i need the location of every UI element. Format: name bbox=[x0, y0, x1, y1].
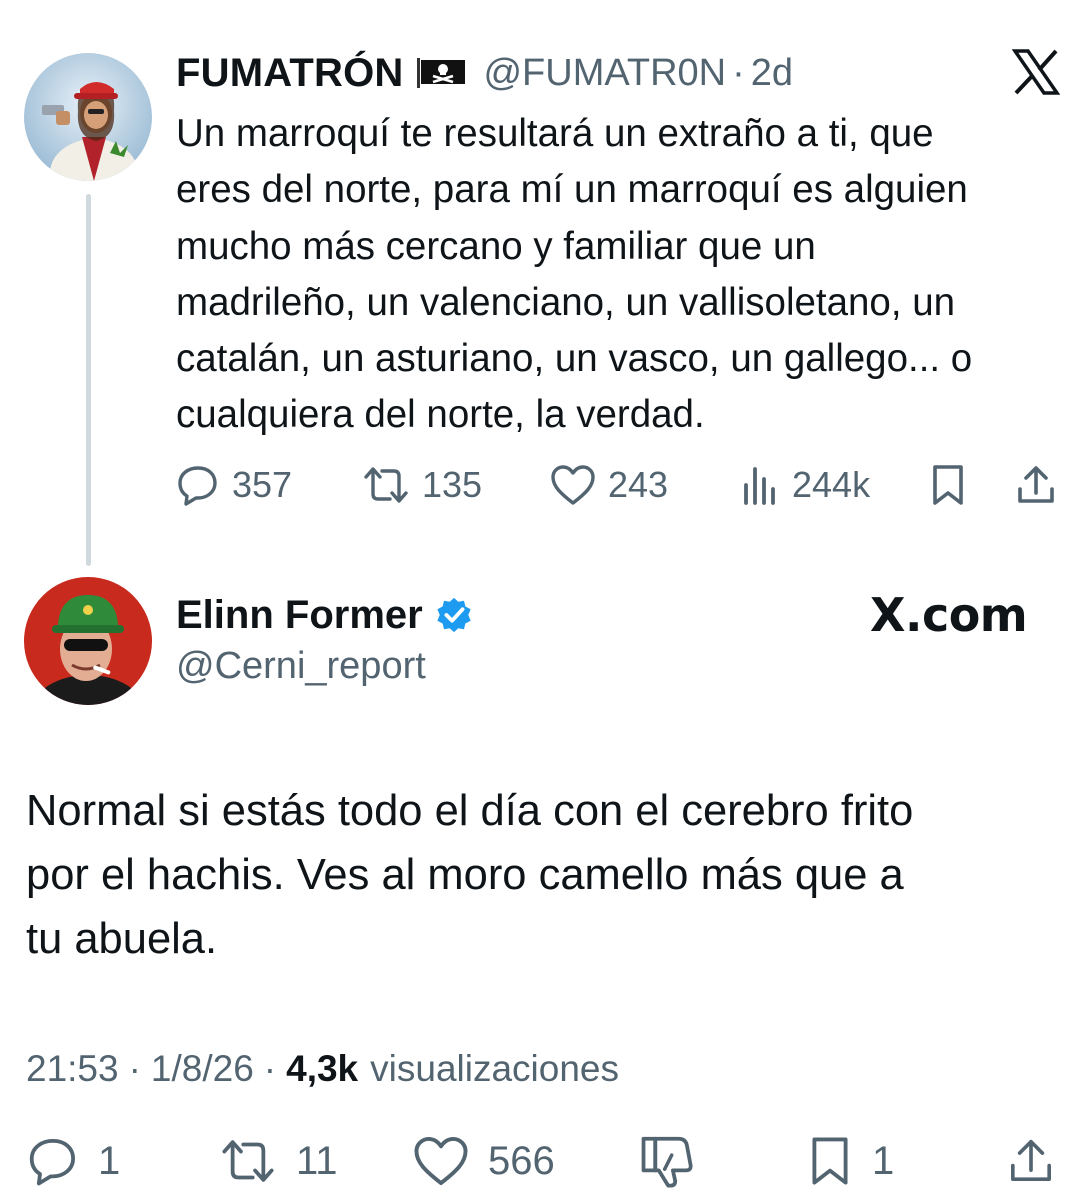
reply-views-label: visualizaciones bbox=[370, 1048, 619, 1089]
parent-view-count: 244k bbox=[792, 464, 871, 505]
reply-name-row: Elinn Former bbox=[176, 590, 473, 640]
repost-icon bbox=[364, 467, 408, 503]
parent-author-handle[interactable]: @FUMATR0N bbox=[483, 52, 726, 95]
repost-icon bbox=[222, 1140, 274, 1182]
pirate-flag-icon bbox=[417, 58, 466, 88]
reply-tweet-text: Normal si estás todo el día con el cereb… bbox=[26, 787, 914, 963]
reply-time[interactable]: 21:53 bbox=[26, 1048, 119, 1090]
share-icon bbox=[1018, 466, 1054, 503]
header-separator: · bbox=[732, 51, 745, 94]
verified-badge-icon bbox=[437, 597, 471, 633]
reply-share-button[interactable] bbox=[1006, 1133, 1056, 1189]
parent-tweet-header: FUMATRÓN @FUMATR0N · 2d bbox=[176, 50, 793, 96]
reply-repost-count: 11 bbox=[296, 1138, 338, 1183]
meta-separator-2: · bbox=[263, 1048, 277, 1089]
parent-tweet-text: Un marroquí te resultará un extraño a ti… bbox=[176, 112, 973, 437]
parent-bookmark-button[interactable] bbox=[928, 460, 968, 510]
reply-repost-button[interactable]: 11 bbox=[218, 1133, 338, 1189]
parent-author-avatar[interactable] bbox=[24, 53, 152, 181]
reply-date[interactable]: 1/8/26 bbox=[151, 1048, 254, 1090]
parent-author-name[interactable]: FUMATRÓN bbox=[176, 51, 403, 96]
parent-views-button[interactable]: 244k bbox=[740, 460, 870, 510]
reply-views-count: 4,3k bbox=[286, 1048, 359, 1089]
parent-timestamp[interactable]: 2d bbox=[751, 52, 793, 95]
reply-bookmark-button[interactable]: 1 bbox=[806, 1133, 894, 1189]
reply-icon bbox=[29, 1139, 75, 1186]
reply-like-button[interactable]: 566 bbox=[412, 1133, 555, 1189]
parent-like-count: 243 bbox=[608, 464, 669, 505]
parent-repost-button[interactable]: 135 bbox=[362, 460, 482, 510]
reply-action-bar: 1 11 566 1 bbox=[26, 1133, 1066, 1189]
share-icon bbox=[1011, 1139, 1051, 1181]
parent-repost-count: 135 bbox=[422, 464, 483, 505]
parent-share-button[interactable] bbox=[1014, 460, 1058, 510]
heart-icon bbox=[551, 465, 595, 505]
parent-action-bar: 357 135 243 244k bbox=[176, 460, 1066, 510]
xcom-watermark: X.com bbox=[870, 588, 1028, 642]
reply-reply-button[interactable]: 1 bbox=[26, 1133, 120, 1189]
bookmark-icon bbox=[933, 465, 963, 505]
parent-like-button[interactable]: 243 bbox=[550, 460, 668, 510]
bookmark-icon bbox=[812, 1137, 848, 1185]
reply-reply-count: 1 bbox=[98, 1138, 121, 1183]
views-chart-icon bbox=[744, 467, 775, 505]
reply-like-count: 566 bbox=[488, 1138, 555, 1183]
xcom-watermark-text: X.com bbox=[870, 588, 1028, 642]
reply-dislike-button[interactable] bbox=[638, 1133, 696, 1189]
meta-separator: · bbox=[128, 1048, 141, 1089]
reply-bookmark-count: 1 bbox=[872, 1138, 895, 1183]
thread-connector-line bbox=[86, 194, 91, 566]
dislike-icon bbox=[641, 1136, 693, 1188]
reply-author-handle[interactable]: @Cerni_report bbox=[176, 645, 426, 688]
reply-icon bbox=[178, 466, 217, 506]
reply-author-name[interactable]: Elinn Former bbox=[176, 593, 423, 638]
parent-reply-button[interactable]: 357 bbox=[176, 460, 292, 510]
reply-meta-row: 21:53 · 1/8/26 · 4,3k visualizaciones bbox=[26, 1044, 619, 1094]
parent-reply-count: 357 bbox=[232, 464, 293, 505]
x-logo-icon[interactable] bbox=[1012, 48, 1060, 96]
heart-icon bbox=[414, 1136, 468, 1186]
reply-author-avatar[interactable] bbox=[24, 577, 152, 705]
